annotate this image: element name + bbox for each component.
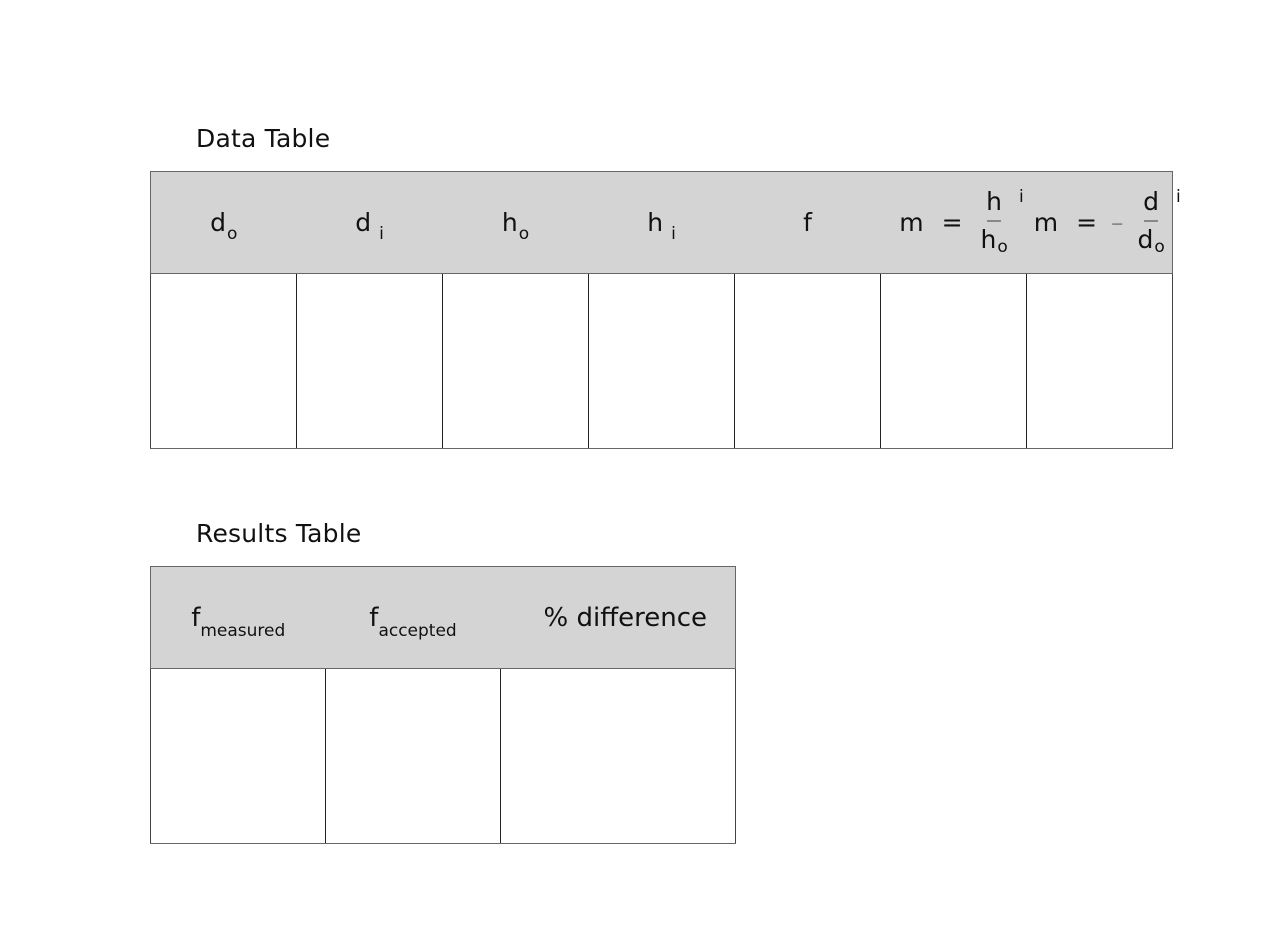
- denominator-subscript: o: [997, 237, 1008, 257]
- equals-sign: =: [941, 208, 963, 237]
- cell-f-accepted[interactable]: [325, 668, 501, 844]
- cell-h-i[interactable]: [588, 273, 735, 449]
- header-h-o: ho: [442, 171, 589, 274]
- header-magnification-distance: m = – d i do: [1026, 171, 1181, 274]
- header-f-measured: fmeasured: [150, 566, 326, 669]
- symbol: d: [210, 208, 226, 237]
- cell-m-height[interactable]: [880, 273, 1027, 449]
- fraction-bar: [1144, 220, 1159, 222]
- minus-sign: –: [1110, 208, 1124, 237]
- data-table-header-row: do di ho hi f m = h i ho m = – d i do: [150, 171, 1181, 274]
- cell-d-i[interactable]: [296, 273, 443, 449]
- results-table-header-row: fmeasured faccepted % difference: [150, 566, 736, 669]
- symbol: f: [191, 602, 201, 633]
- header-f: f: [734, 171, 881, 274]
- cell-h-o[interactable]: [442, 273, 589, 449]
- equals-sign: =: [1076, 208, 1098, 237]
- cell-d-o[interactable]: [150, 273, 297, 449]
- denominator: ho: [980, 225, 1007, 258]
- denominator: do: [1137, 225, 1164, 258]
- symbol: d: [355, 208, 372, 237]
- header-d-o: do: [150, 171, 297, 274]
- header-magnification-height: m = h i ho: [880, 171, 1027, 274]
- cell-f[interactable]: [734, 273, 881, 449]
- cell-m-distance[interactable]: [1026, 273, 1173, 449]
- data-table-title: Data Table: [196, 124, 331, 153]
- subscript: measured: [200, 620, 286, 641]
- table-row: [150, 668, 736, 844]
- subscript: i: [379, 224, 384, 244]
- numerator-subscript: i: [1019, 187, 1024, 207]
- header-h-i: hi: [588, 171, 735, 274]
- numerator: d: [1143, 187, 1160, 216]
- cell-f-measured[interactable]: [150, 668, 326, 844]
- header-d-i: di: [296, 171, 443, 274]
- subscript: o: [518, 224, 530, 244]
- fraction: d i do: [1137, 187, 1180, 258]
- symbol: h: [647, 208, 664, 237]
- numerator-subscript: i: [1175, 187, 1181, 207]
- subscript: i: [671, 224, 676, 244]
- header-percent-difference: % difference: [500, 566, 736, 669]
- denominator-symbol: d: [1137, 225, 1154, 254]
- fraction-bar: [987, 220, 1002, 222]
- table-row: [150, 273, 1173, 449]
- lhs: m: [899, 208, 924, 237]
- denominator-symbol: h: [980, 225, 997, 254]
- subscript: o: [226, 224, 238, 244]
- data-table: do di ho hi f m = h i ho m = – d i do: [150, 171, 1181, 449]
- fraction: h i ho: [980, 187, 1023, 258]
- cell-percent-difference[interactable]: [500, 668, 736, 844]
- results-table: fmeasured faccepted % difference: [150, 566, 736, 844]
- header-f-accepted: faccepted: [325, 566, 501, 669]
- symbol: % difference: [543, 602, 708, 633]
- numerator: h: [986, 187, 1003, 216]
- denominator-subscript: o: [1154, 237, 1165, 257]
- symbol: f: [803, 208, 812, 237]
- subscript: accepted: [378, 620, 457, 641]
- lhs: m: [1033, 208, 1059, 237]
- results-table-title: Results Table: [196, 519, 362, 548]
- symbol: h: [501, 208, 518, 237]
